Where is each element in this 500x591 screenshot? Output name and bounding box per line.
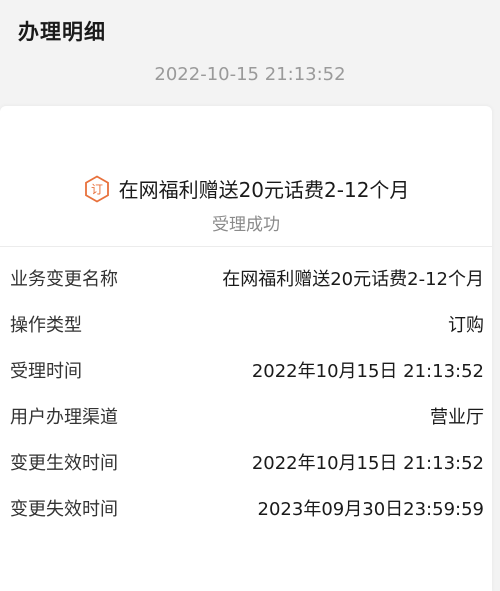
detail-value: 订购 (448, 315, 484, 336)
detail-row-change-name: 业务变更名称 在网福利赠送20元话费2-12个月 (10, 262, 484, 294)
transaction-summary: 订 在网福利赠送20元话费2-12个月 受理成功 (0, 106, 492, 246)
detail-row-effective-time: 变更生效时间 2022年10月15日 21:13:52 (10, 446, 484, 478)
detail-value: 在网福利赠送20元话费2-12个月 (222, 269, 484, 290)
transaction-card: 订 在网福利赠送20元话费2-12个月 受理成功 业务变更名称 在网福利赠送20… (0, 106, 492, 591)
status-text: 受理成功 (212, 215, 280, 235)
detail-label: 业务变更名称 (10, 269, 118, 290)
detail-row-channel: 用户办理渠道 营业厅 (10, 400, 484, 432)
transaction-timestamp: 2022-10-15 21:13:52 (154, 64, 346, 85)
detail-value: 2023年09月30日23:59:59 (257, 499, 484, 520)
detail-row-operation-type: 操作类型 订购 (10, 308, 484, 340)
detail-row-accept-time: 受理时间 2022年10月15日 21:13:52 (10, 354, 484, 386)
service-name: 在网福利赠送20元话费2-12个月 (118, 178, 410, 202)
detail-row-expiry-time: 变更失效时间 2023年09月30日23:59:59 (10, 492, 484, 524)
page-title: 办理明细 (18, 20, 106, 44)
divider (0, 246, 492, 247)
detail-value: 2022年10月15日 21:13:52 (251, 361, 484, 382)
detail-value: 2022年10月15日 21:13:52 (251, 453, 484, 474)
detail-label: 受理时间 (10, 361, 82, 382)
detail-label: 操作类型 (10, 315, 82, 336)
detail-label: 变更生效时间 (10, 453, 118, 474)
svg-text:订: 订 (91, 182, 103, 196)
detail-label: 变更失效时间 (10, 499, 118, 520)
detail-label: 用户办理渠道 (10, 407, 118, 428)
order-icon: 订 (83, 174, 111, 203)
detail-value: 营业厅 (430, 407, 484, 428)
service-title-line: 订 在网福利赠送20元话费2-12个月 (0, 174, 492, 203)
